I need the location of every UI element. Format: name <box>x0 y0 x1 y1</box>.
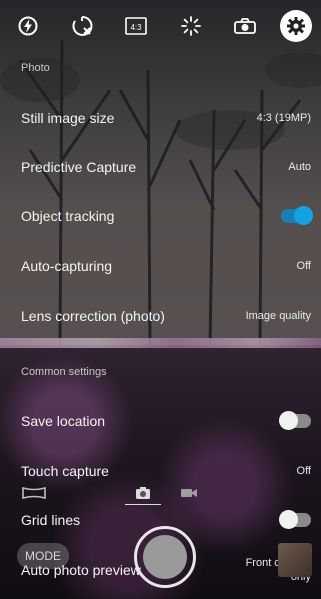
setting-save-location[interactable]: Save location <box>21 401 311 441</box>
setting-label: Auto photo preview <box>21 562 141 578</box>
camera-icon[interactable] <box>120 482 166 504</box>
setting-label: Save location <box>21 413 106 429</box>
setting-label: Object tracking <box>21 208 115 224</box>
setting-label: Still image size <box>21 110 115 126</box>
object-tracking-toggle[interactable] <box>281 206 313 225</box>
settings-gear-icon[interactable] <box>279 10 312 42</box>
setting-value: Image quality <box>245 310 311 322</box>
toggle-knob <box>279 411 298 430</box>
capture-mode-tabs <box>120 482 212 510</box>
setting-predictive-capture[interactable]: Predictive Capture Auto <box>21 147 311 187</box>
section-photo: Photo <box>21 62 50 74</box>
panorama-icon[interactable] <box>22 486 46 505</box>
section-common-settings: Common settings <box>21 366 107 378</box>
setting-lens-correction[interactable]: Lens correction (photo) Image quality <box>21 296 311 336</box>
brightness-icon[interactable] <box>172 7 210 45</box>
setting-value: Off <box>296 260 311 272</box>
toggle-knob <box>294 206 313 225</box>
setting-label: Predictive Capture <box>21 159 137 175</box>
setting-label: Auto-capturing <box>21 258 113 274</box>
setting-object-tracking[interactable]: Object tracking <box>21 196 313 236</box>
setting-auto-capturing[interactable]: Auto-capturing Off <box>21 246 311 286</box>
flash-auto-icon[interactable] <box>9 7 47 45</box>
shutter-button[interactable] <box>143 535 187 579</box>
self-timer-icon[interactable] <box>226 7 264 45</box>
mode-tab-indicator <box>125 504 161 505</box>
aspect-ratio-icon[interactable]: 4:3 <box>117 7 155 45</box>
setting-value: Auto <box>288 161 311 173</box>
timer-off-icon[interactable] <box>63 7 101 45</box>
save-location-toggle[interactable] <box>279 411 311 430</box>
setting-still-image-size[interactable]: Still image size 4:3 (19MP) <box>21 98 311 138</box>
setting-value: 4:3 (19MP) <box>256 112 311 124</box>
aspect-ratio-label: 4:3 <box>131 23 143 32</box>
setting-label: Lens correction (photo) <box>21 308 165 324</box>
camera-top-bar: 4:3 <box>0 0 321 52</box>
gallery-thumbnail[interactable] <box>278 543 312 577</box>
video-camera-icon[interactable] <box>166 482 212 504</box>
